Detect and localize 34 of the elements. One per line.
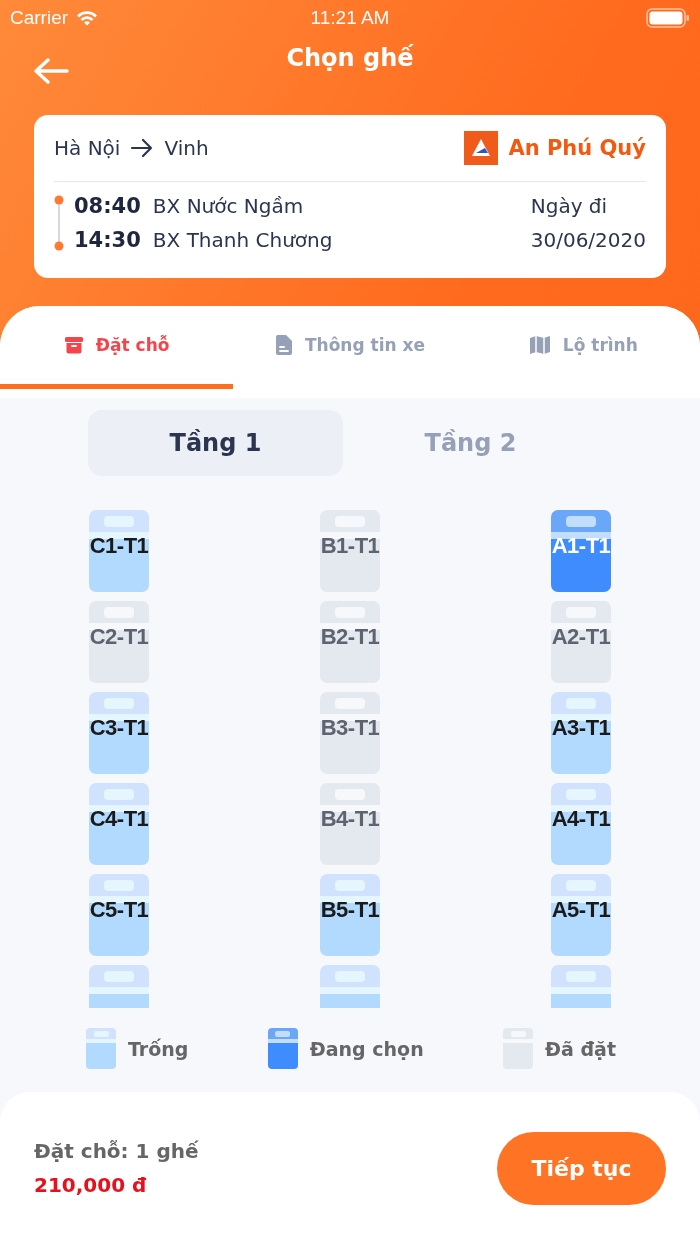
- departure-time: 08:40: [74, 193, 141, 220]
- operator-name: An Phú Quý: [508, 136, 646, 160]
- legend-label: Đã đặt: [545, 1037, 616, 1060]
- map-icon: [528, 335, 551, 355]
- operator-logo-icon: [464, 131, 499, 165]
- seat-count: Đặt chỗ: 1 ghế: [34, 1139, 199, 1163]
- screen-title: Chọn ghế: [285, 44, 415, 72]
- tab[interactable]: Lộ trình: [466, 306, 700, 384]
- destination-city: Vinh: [164, 136, 209, 160]
- timeline-icon: [54, 195, 64, 251]
- legend-label: Đang chọn: [309, 1037, 424, 1060]
- arrival-time: 14:30: [74, 227, 141, 254]
- date-label: Ngày đi: [530, 193, 608, 220]
- departure-station: BX Nước Ngầm: [152, 193, 305, 220]
- floor-tab[interactable]: Tầng 1: [88, 410, 343, 476]
- origin-city: Hà Nội: [54, 136, 121, 160]
- carrier-name: Carrier: [10, 7, 69, 29]
- wifi-icon: [76, 10, 99, 26]
- arrow-icon: [130, 138, 155, 158]
- arrival-station: BX Thanh Chương: [152, 227, 333, 254]
- seat-legend-icon: [267, 1028, 298, 1069]
- departure-date: 30/06/2020: [530, 227, 646, 254]
- floor-tab[interactable]: Tầng 2: [343, 410, 598, 476]
- continue-button[interactable]: Tiếp tục: [497, 1131, 666, 1205]
- legend-label: Trống: [128, 1037, 189, 1060]
- tab[interactable]: Thông tin xe: [233, 306, 467, 384]
- box-icon: [63, 335, 84, 355]
- back-arrow-icon[interactable]: [33, 57, 69, 85]
- battery-icon: [646, 8, 690, 28]
- seat-legend-icon: [86, 1028, 116, 1069]
- tab[interactable]: Đặt chỗ: [0, 306, 234, 384]
- document-icon: [274, 334, 293, 356]
- total-price: 210,000 đ: [34, 1173, 148, 1197]
- status-time: 11:21 AM: [309, 7, 391, 29]
